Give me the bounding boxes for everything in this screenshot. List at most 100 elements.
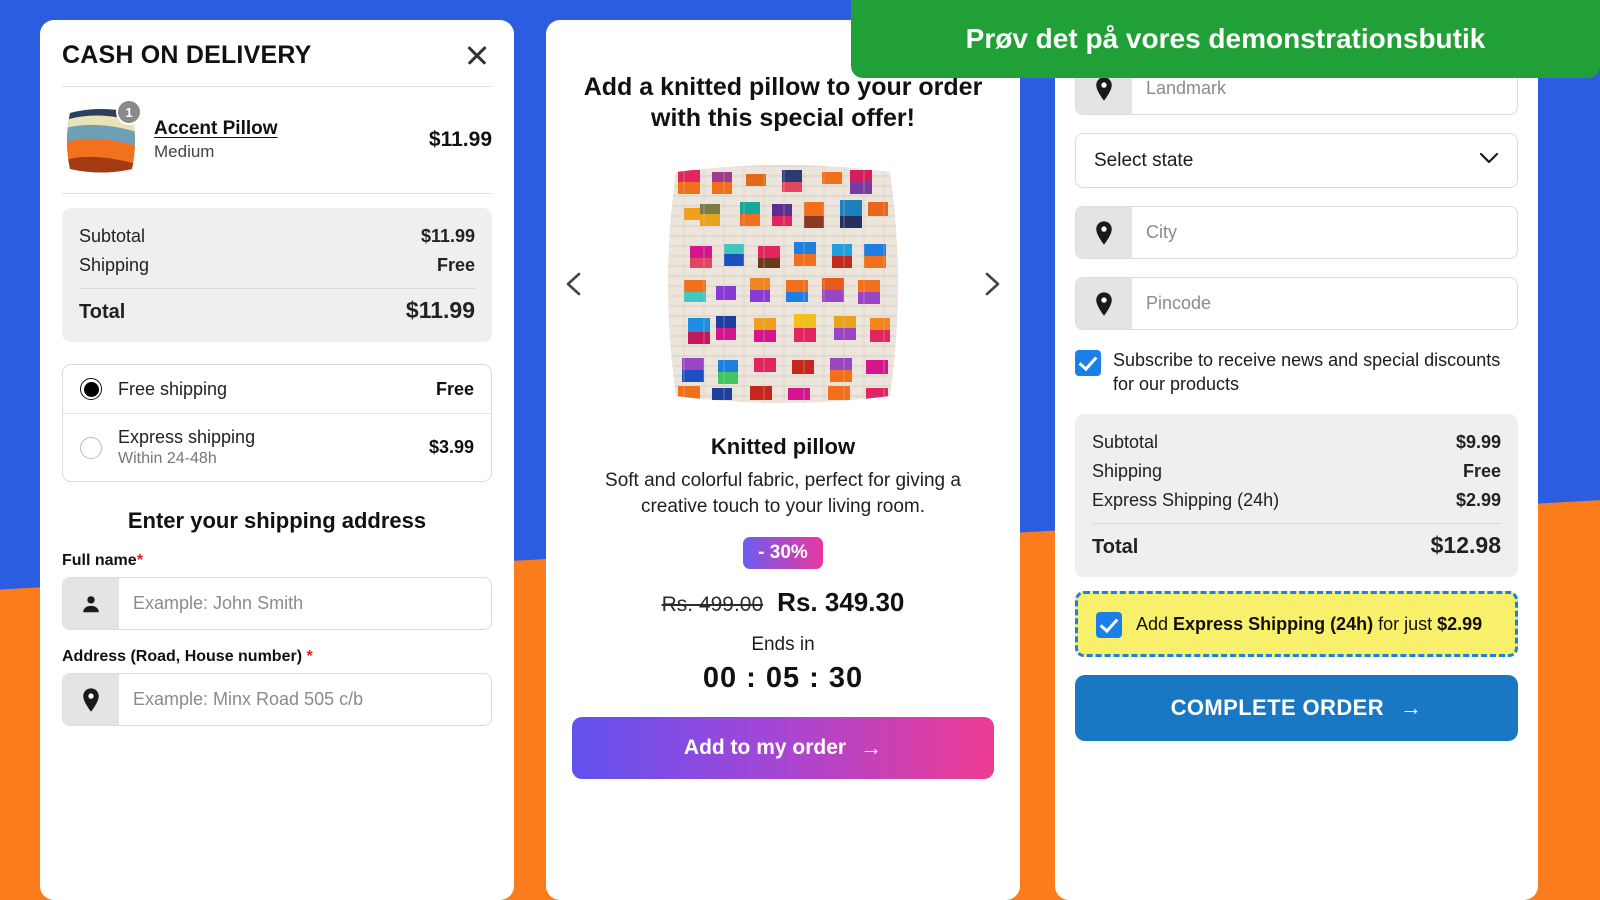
demo-banner-text: Prøv det på vores demonstrationsbutik (965, 23, 1486, 54)
pincode-input[interactable] (1132, 278, 1517, 329)
shipping-label: Shipping (79, 255, 150, 275)
countdown-label: Ends in (751, 634, 815, 656)
order-summary: Subtotal $9.99 Shipping Free Express Shi… (1075, 414, 1518, 578)
shipping-option-label: Free shipping (118, 379, 420, 400)
shipping-value: Free (436, 255, 475, 275)
subscribe-label: Subscribe to receive news and special di… (1113, 350, 1501, 395)
summary-shipping-label: Shipping (1092, 461, 1163, 482)
upsell-middle: for just (1373, 614, 1438, 635)
express-shipping-label: Express shipping (118, 427, 256, 447)
checkout-details-panel: Select state Subscribe to receive news a… (1055, 0, 1538, 900)
totals-row-total: Total $11.99 (79, 293, 475, 328)
radio-free-shipping[interactable] (80, 378, 102, 400)
upsell-price: $2.99 (1437, 614, 1483, 635)
status-badge: - 30% (743, 537, 823, 570)
shipping-address-heading: Enter your shipping address (127, 508, 427, 533)
summary-express-label: Express Shipping (24h) (1092, 490, 1280, 511)
summary-express-value: $2.99 (1455, 490, 1501, 511)
full-name-label: Full name* (62, 552, 492, 570)
summary-row-total: Total $12.98 (1092, 528, 1501, 563)
subtotal-value: $11.99 (420, 226, 475, 246)
quantity-badge: 1 (116, 99, 142, 125)
product-thumbnail: 1 (62, 99, 142, 177)
upsell-text: Add Express Shipping (24h) for just $2.9… (1136, 612, 1482, 636)
address-label-text: Address (Road, House number) (62, 648, 303, 665)
summary-row-subtotal: Subtotal $9.99 (1092, 428, 1501, 457)
arrow-right-icon: → (1399, 695, 1423, 721)
summary-row-shipping: Shipping Free (1092, 457, 1501, 486)
total-label: Total (79, 301, 126, 323)
totals-row-subtotal: Subtotal $11.99 (79, 222, 475, 251)
upsell-prefix: Add (1136, 614, 1174, 635)
discounted-price: Rs. 349.30 (777, 587, 905, 618)
cart-line-item: 1 Accent Pillow Medium $11.99 (62, 87, 492, 193)
totals-divider (79, 288, 475, 289)
state-select-value: Select state (1094, 149, 1194, 171)
location-pin-icon (63, 674, 119, 725)
divider (62, 193, 492, 194)
express-shipping-checkbox[interactable] (1096, 612, 1122, 639)
shipping-option-label: Express shipping Within 24-48h (118, 427, 413, 468)
offer-product-description: Soft and colorful fabric, perfect for gi… (605, 469, 961, 518)
subscribe-checkbox[interactable] (1075, 350, 1101, 376)
express-shipping-price: $3.99 (428, 437, 474, 457)
location-pin-icon (1076, 207, 1132, 258)
add-to-my-order-button[interactable]: Add to my order → (572, 717, 994, 780)
radio-express-shipping[interactable] (80, 436, 102, 459)
complete-order-label: COMPLETE ORDER (1170, 695, 1384, 721)
address-field[interactable] (62, 673, 492, 726)
upsell-offer-panel: Add a knitted pillow to your order with … (546, 20, 1020, 900)
full-name-label-text: Full name (62, 552, 137, 569)
summary-total-value: $12.98 (1430, 532, 1501, 559)
complete-order-button[interactable]: COMPLETE ORDER → (1075, 675, 1518, 742)
panel-header: CASH ON DELIVERY (62, 20, 492, 86)
line-item-details: Accent Pillow Medium (154, 118, 415, 162)
required-asterisk: * (306, 648, 313, 665)
line-item-price: $11.99 (428, 128, 492, 151)
shipping-option-free[interactable]: Free shipping Free (63, 365, 491, 413)
close-icon[interactable] (462, 40, 492, 70)
city-field[interactable] (1075, 206, 1518, 259)
chevron-left-icon[interactable] (558, 267, 592, 301)
add-to-order-label: Add to my order (683, 736, 847, 760)
order-totals: Subtotal $11.99 Shipping Free Total $11.… (62, 208, 492, 342)
chevron-right-icon[interactable] (974, 267, 1008, 301)
totals-row-shipping: Shipping Free (79, 251, 475, 280)
product-variant: Medium (154, 142, 215, 161)
original-price: Rs. 499.00 (661, 593, 764, 617)
knitted-pillow-image (668, 164, 898, 403)
cash-on-delivery-panel: CASH ON DELIVERY 1 Accent Pillow Medium … (40, 20, 514, 900)
total-value: $11.99 (405, 297, 475, 323)
shipping-option-express[interactable]: Express shipping Within 24-48h $3.99 (63, 413, 491, 481)
subtotal-label: Subtotal (79, 226, 146, 246)
summary-total-label: Total (1092, 536, 1139, 559)
chevron-down-icon (1479, 152, 1499, 170)
full-name-field[interactable] (62, 577, 492, 630)
offer-price-row: Rs. 499.00 Rs. 349.30 (572, 587, 994, 618)
product-name-link[interactable]: Accent Pillow (154, 118, 415, 140)
free-shipping-price: Free (435, 378, 474, 399)
demo-store-banner[interactable]: Prøv det på vores demonstrationsbutik (851, 0, 1600, 78)
subscribe-row[interactable]: Subscribe to receive news and special di… (1075, 348, 1518, 396)
pincode-field[interactable] (1075, 277, 1518, 330)
address-input[interactable] (119, 674, 491, 725)
summary-divider (1092, 523, 1501, 525)
free-shipping-label: Free shipping (118, 378, 228, 399)
required-asterisk: * (136, 552, 143, 569)
countdown-timer: 00 : 05 : 30 (702, 662, 864, 695)
full-name-input[interactable] (119, 578, 491, 629)
express-shipping-sublabel: Within 24-48h (118, 450, 217, 467)
summary-shipping-value: Free (1462, 461, 1501, 482)
address-label: Address (Road, House number) * (62, 648, 492, 666)
state-select[interactable]: Select state (1075, 133, 1518, 188)
city-input[interactable] (1132, 207, 1517, 258)
offer-product-name: Knitted pillow (710, 433, 856, 459)
page-title: CASH ON DELIVERY (62, 40, 312, 69)
summary-row-express: Express Shipping (24h) $2.99 (1092, 486, 1501, 515)
person-icon (63, 578, 119, 629)
location-pin-icon (1076, 278, 1132, 329)
summary-subtotal-value: $9.99 (1455, 432, 1501, 453)
shipping-method-group: Free shipping Free Express shipping With… (62, 364, 492, 482)
express-shipping-upsell[interactable]: Add Express Shipping (24h) for just $2.9… (1075, 591, 1518, 658)
summary-subtotal-label: Subtotal (1092, 432, 1159, 453)
